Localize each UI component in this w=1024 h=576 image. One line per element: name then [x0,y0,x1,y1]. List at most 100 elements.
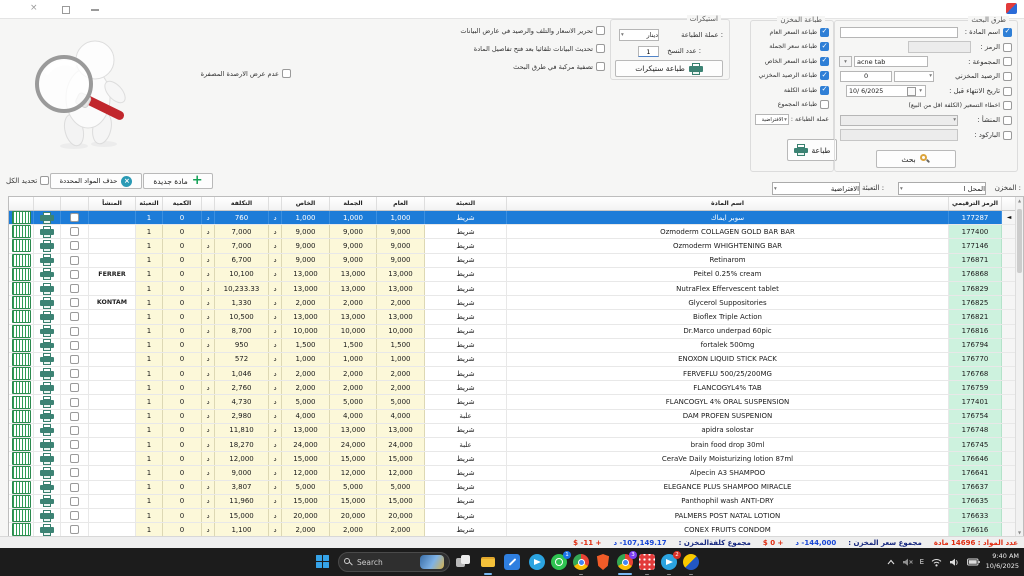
row-checkbox[interactable] [70,241,79,250]
select-all-checkbox[interactable]: تحديد الكل [6,176,49,185]
grid-scrollbar[interactable]: ▲ ▼ [1015,197,1023,536]
row-checkbox[interactable] [70,369,79,378]
grid-column-header[interactable] [269,197,282,210]
system-tray[interactable]: E [887,548,980,576]
grid-column-header[interactable]: الرمز الترقيمي [949,197,1002,210]
option-checkbox[interactable]: تحديث البيانات تلقائيا بعد فتح تفاصيل ال… [474,44,605,53]
task-view-icon[interactable] [455,554,471,570]
grid-column-header[interactable]: الكمية [163,197,202,210]
speaker-muted-icon[interactable] [902,558,913,567]
row-checkbox[interactable] [70,213,79,222]
grid-column-header[interactable] [34,197,61,210]
print-option-row[interactable]: طباعة السعر العام [751,25,833,40]
print-currency-select[interactable]: ▾ الافتراضية [755,114,789,125]
stock-balance-input[interactable]: 0 [840,71,892,83]
grid-column-header[interactable]: التعبئة [136,197,163,210]
barcode-icon[interactable] [12,353,31,366]
table-row[interactable]: 10د950د1,5001,5001,500شريطfortalek 500mg… [9,339,1017,353]
scroll-up-icon[interactable]: ▲ [1016,198,1023,203]
scroll-down-icon[interactable]: ▼ [1016,530,1023,535]
print-option-row[interactable]: طباعة سعر الجملة [751,40,833,55]
barcode-icon[interactable] [12,466,31,479]
table-row[interactable]: 10د9,000د12,00012,00012,000شريطAlpecin A… [9,466,1017,480]
barcode-icon[interactable] [12,367,31,380]
search-button[interactable]: بحث [876,150,956,168]
printer-icon[interactable] [40,453,54,465]
table-row[interactable]: 10د7,000د9,0009,0009,000شريطOzmoderm WHI… [9,239,1017,253]
printer-icon[interactable] [40,226,54,238]
barcode-icon[interactable] [12,296,31,309]
printer-icon[interactable] [40,353,54,365]
table-row[interactable]: 10د18,270د24,00024,00024,000علبةbrain fo… [9,438,1017,452]
row-checkbox[interactable] [70,298,79,307]
tray-chevron-up-icon[interactable] [887,559,895,565]
barcode-icon[interactable] [12,396,31,409]
stickers-copies-input[interactable]: 1 [638,46,659,57]
print-stickers-button[interactable]: طباعة ستيكرات [615,60,723,77]
chrome-2-icon[interactable]: 3 [617,554,633,570]
table-row[interactable]: 10د760د1,0001,0001,000شريطسوبر ايماك1772… [9,211,1017,225]
barcode-icon[interactable] [12,481,31,494]
delete-selected-button[interactable]: × حذف المواد المحددة [50,173,142,189]
print-option-row[interactable]: طباعة السعر الخاص [751,54,833,69]
row-checkbox[interactable] [70,383,79,392]
printer-icon[interactable] [40,368,54,380]
printer-icon[interactable] [40,268,54,280]
barcode-icon[interactable] [12,225,31,238]
grid-column-header[interactable]: المنشأ [89,197,136,210]
telegram-2-icon[interactable]: 2 [661,554,677,570]
printer-icon[interactable] [40,325,54,337]
start-button[interactable] [316,555,329,568]
volume-icon[interactable] [949,558,960,567]
barcode-icon[interactable] [12,381,31,394]
two-tone-app-icon[interactable] [683,554,699,570]
grid-column-header[interactable] [61,197,89,210]
grid-column-header[interactable]: الخاص [282,197,330,210]
row-checkbox[interactable] [70,227,79,236]
barcode-icon[interactable] [12,452,31,465]
row-checkbox[interactable] [70,398,79,407]
row-checkbox[interactable] [70,468,79,477]
table-row[interactable]: 10د11,960د15,00015,00015,000شريطPanthoph… [9,495,1017,509]
field-checkbox[interactable] [1003,101,1012,110]
printer-icon[interactable] [40,410,54,422]
field-checkbox[interactable] [1003,87,1012,96]
dropdown-arrow-button[interactable]: ▾ [839,56,852,68]
printer-icon[interactable] [40,439,54,451]
option-checkbox[interactable]: تصفية مركبة في طرق البحث [513,62,605,71]
barcode-icon[interactable] [12,509,31,522]
battery-icon[interactable] [967,558,980,566]
barcode-icon[interactable] [12,239,31,252]
stock-balance-select[interactable]: ▾ [894,71,934,83]
grid-column-header[interactable] [9,197,34,210]
expiry-date-input[interactable]: 10/ 6/2025▾ [846,85,926,97]
row-checkbox[interactable] [70,426,79,435]
printer-icon[interactable] [40,212,54,224]
taskbar-search[interactable]: Search [338,552,450,572]
row-checkbox[interactable] [70,497,79,506]
grid-column-header[interactable]: التكلفة [215,197,269,210]
printer-icon[interactable] [40,283,54,295]
stickers-currency-select[interactable]: ▾ دينار [619,29,659,41]
print-button[interactable]: طباعة [787,139,837,161]
barcode-icon[interactable] [12,523,31,536]
field-checkbox[interactable] [1003,57,1012,66]
field-input[interactable] [840,129,958,141]
printer-icon[interactable] [40,424,54,436]
field-checkbox[interactable] [1003,28,1012,37]
barcode-icon[interactable] [12,310,31,323]
printer-icon[interactable] [40,481,54,493]
grid-column-header[interactable]: العام [377,197,425,210]
group-field-input[interactable]: acne tab [854,56,928,68]
chrome-icon[interactable] [573,554,589,570]
row-checkbox[interactable] [70,483,79,492]
row-checkbox[interactable] [70,327,79,336]
table-row[interactable]: 10د6,700د9,0009,0009,000شريطRetinarom176… [9,254,1017,268]
table-row[interactable]: 10د15,000د20,00020,00020,000شريطPALMERS … [9,509,1017,523]
field-checkbox[interactable] [1003,72,1012,81]
barcode-icon[interactable] [12,268,31,281]
whatsapp-icon[interactable]: 1 [551,554,567,570]
field-input[interactable] [840,27,958,39]
table-row[interactable]: 10د12,000د15,00015,00015,000شريطCeraVe D… [9,452,1017,466]
row-checkbox[interactable] [70,440,79,449]
